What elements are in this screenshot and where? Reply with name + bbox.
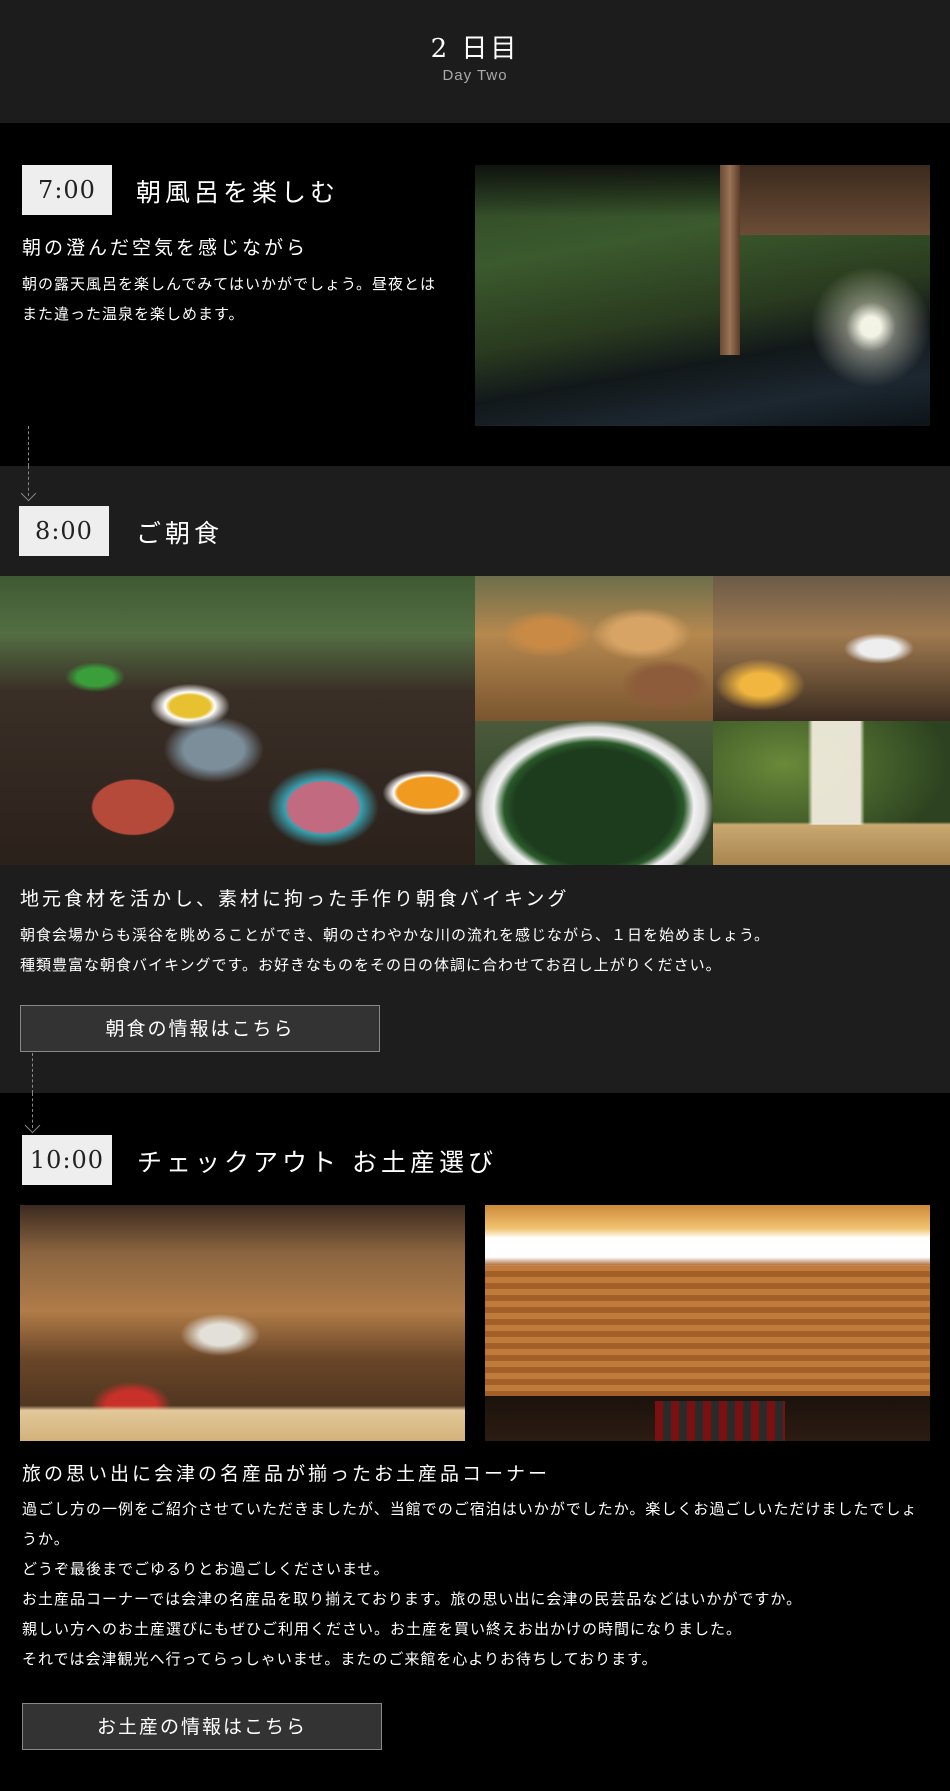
section-breakfast: 8:00 ご朝食 地元食材を活かし、素材に拘った手作り朝食バイキング 朝食会場か…: [0, 466, 950, 1093]
amazake-photo: [713, 721, 950, 865]
section-title: 朝風呂を楽しむ: [136, 178, 340, 207]
section-title: チェックアウト お土産選び: [137, 1148, 497, 1177]
seaweed-dish-photo: [475, 721, 713, 865]
time-badge: 10:00: [22, 1135, 112, 1185]
souvenir-info-button[interactable]: お土産の情報はこちら: [22, 1703, 382, 1750]
body-line: それでは会津観光へ行ってらっしゃいませ。またのご来館を心よりお待ちしております。: [22, 1650, 658, 1668]
timeline-connector: [32, 1053, 33, 1093]
body-line: 親しい方へのお土産選びにもぜひご利用ください。お土産を買い終えお出かけの時間にな…: [22, 1620, 743, 1638]
section-morning-bath: 7:00 朝風呂を楽しむ 朝の澄んだ空気を感じながら 朝の露天風呂を楽しんでみて…: [0, 123, 950, 466]
body-line: うか。: [22, 1530, 70, 1548]
section-checkout: 10:00 チェックアウト お土産選び 旅の思い出に会津の名産品が揃ったお土産品…: [0, 1093, 950, 1791]
timeline-arrow-icon: [24, 1117, 41, 1134]
section-subtitle: 旅の思い出に会津の名産品が揃ったお土産品コーナー: [22, 1463, 551, 1485]
body-line: お土産品コーナーでは会津の名産品を取り揃えております。旅の思い出に会津の民芸品な…: [22, 1590, 803, 1608]
timeline-connector: [28, 426, 29, 466]
body-line: 朝の露天風呂を楽しんでみてはいかがでしょう。昼夜とは: [22, 275, 437, 293]
body-line: どうぞ最後までごゆるりとお過ごしくださいませ。: [22, 1560, 390, 1578]
souvenir-shop-photo: [20, 1205, 465, 1441]
section-subtitle: 朝の澄んだ空気を感じながら: [22, 237, 309, 259]
section-body: 朝の露天風呂を楽しんでみてはいかがでしょう。昼夜とは また違った温泉を楽しめます…: [22, 269, 452, 329]
day-title: 2 日目: [430, 34, 520, 64]
body-line: 朝食会場からも渓谷を眺めることができ、朝のさわやかな川の流れを感じながら、１日を…: [20, 926, 771, 944]
time-badge: 8:00: [19, 506, 109, 556]
body-line: また違った温泉を楽しめます。: [22, 305, 245, 323]
breakfast-info-button[interactable]: 朝食の情報はこちら: [20, 1005, 380, 1052]
breakfast-buffet-photo: [0, 576, 475, 865]
time-badge: 7:00: [22, 165, 112, 215]
bread-photo: [475, 576, 713, 721]
section-body: 過ごし方の一例をご紹介させていただきましたが、当館でのご宿泊はいかがでしたか。楽…: [22, 1494, 932, 1674]
open-air-bath-photo: [475, 165, 930, 426]
section-subtitle: 地元食材を活かし、素材に拘った手作り朝食バイキング: [20, 888, 570, 910]
timeline-arrow-icon: [20, 485, 37, 502]
souvenir-display-photo: [485, 1205, 930, 1441]
section-title: ご朝食: [136, 519, 224, 548]
body-line: 種類豊富な朝食バイキングです。お好きなものをその日の体調に合わせてお召し上がりく…: [20, 956, 722, 974]
section-body: 朝食会場からも渓谷を眺めることができ、朝のさわやかな川の流れを感じながら、１日を…: [20, 920, 920, 980]
chef-photo: [713, 576, 950, 721]
day-header: 2 日目 Day Two: [0, 0, 950, 123]
day-subtitle: Day Two: [442, 67, 508, 84]
body-line: 過ごし方の一例をご紹介させていただきましたが、当館でのご宿泊はいかがでしたか。楽…: [22, 1500, 918, 1518]
